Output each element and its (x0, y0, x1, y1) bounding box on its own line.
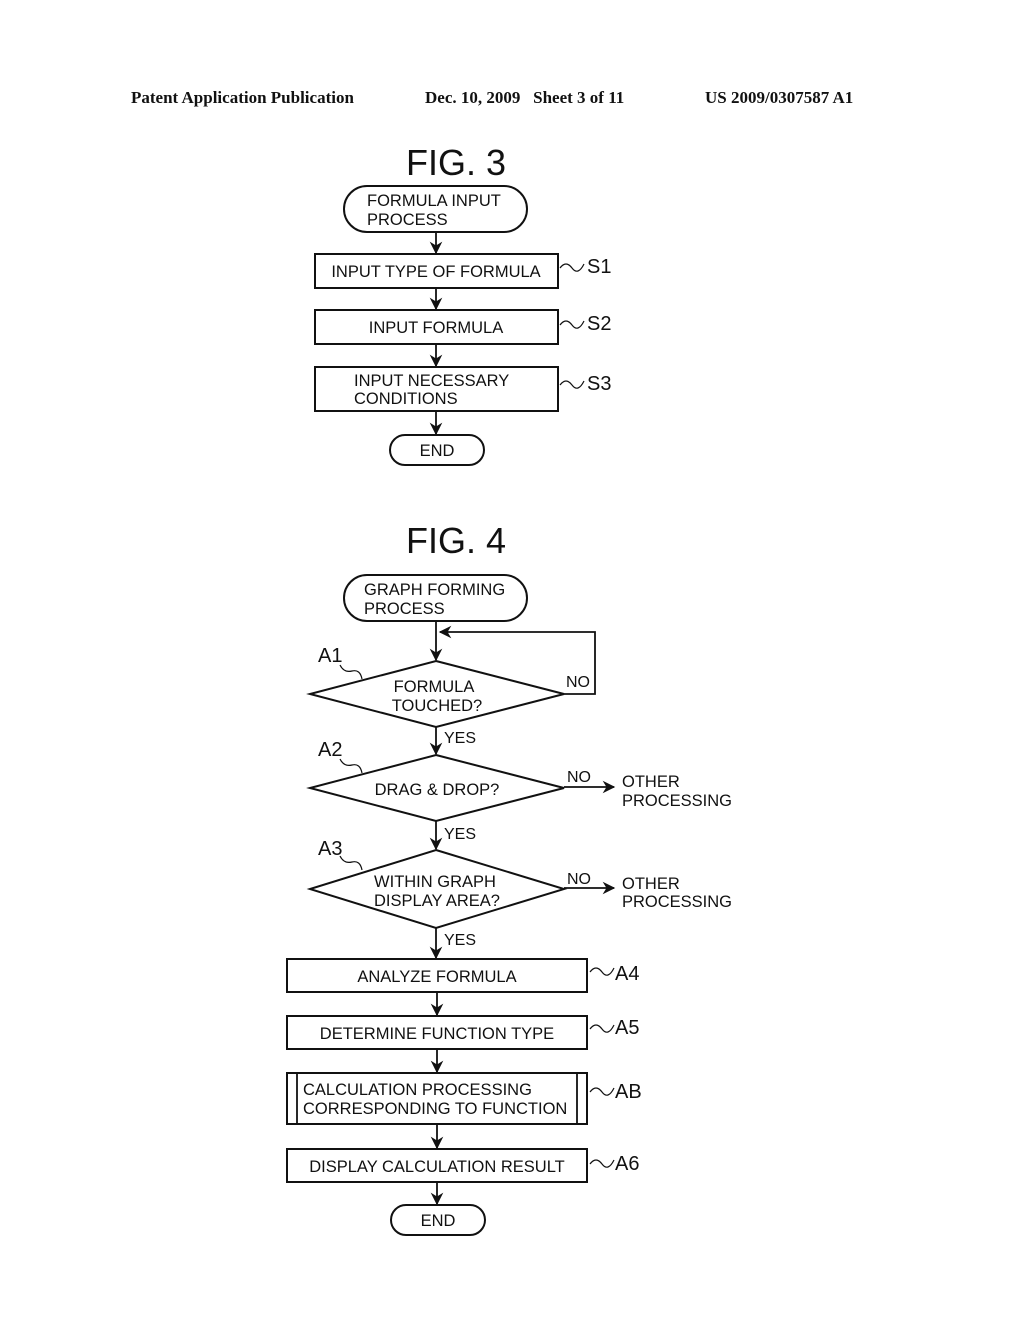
fig4-decision-a3: WITHIN GRAPH DISPLAY AREA? A3 NO OTHER P… (306, 838, 732, 930)
fig4: FIG. 4 GRAPH FORMING PROCESS FORMULA TOU… (286, 520, 732, 1236)
fig4-title: FIG. 4 (406, 520, 506, 561)
fig4-end-terminal: END (390, 1204, 486, 1236)
leader-line (589, 1024, 615, 1033)
svg-text:CALCULATION PROCESSING: CALCULATION PROCESSING (303, 1081, 532, 1099)
svg-text:CORRESPONDING TO FUNCTION: CORRESPONDING TO FUNCTION (303, 1100, 567, 1118)
ref-label: S3 (587, 373, 611, 395)
svg-text:PROCESSING: PROCESSING (622, 893, 732, 911)
fig3-title: FIG. 3 (406, 142, 506, 183)
no-label: NO (567, 871, 591, 888)
fig3: FIG. 3 FORMULA INPUT PROCESS INPUT TYPE … (314, 142, 611, 466)
leader-line (589, 1159, 615, 1168)
yes-label: YES (444, 826, 476, 843)
svg-text:ANALYZE FORMULA: ANALYZE FORMULA (357, 968, 516, 986)
leader-line (559, 263, 585, 272)
ref-label: A5 (615, 1017, 639, 1039)
leader-line (559, 320, 585, 329)
svg-text:END: END (421, 1212, 456, 1230)
leader-line (589, 1087, 615, 1096)
ref-label: A2 (318, 739, 342, 761)
svg-text:PROCESSING: PROCESSING (622, 792, 732, 810)
svg-text:TOUCHED?: TOUCHED? (392, 697, 482, 715)
fig4-decision-a2: DRAG & DROP? A2 NO OTHER PROCESSING (306, 739, 732, 823)
svg-text:GRAPH FORMING: GRAPH FORMING (364, 581, 505, 599)
svg-text:PROCESS: PROCESS (364, 600, 445, 618)
svg-text:INPUT NECESSARY: INPUT NECESSARY (354, 372, 509, 390)
svg-text:CONDITIONS: CONDITIONS (354, 390, 458, 408)
svg-text:PROCESS: PROCESS (367, 211, 448, 229)
other-processing-label: OTHER (622, 773, 680, 791)
fig4-start-terminal: GRAPH FORMING PROCESS (343, 574, 528, 622)
fig3-step-s2: INPUT FORMULA S2 (314, 309, 611, 345)
leader-line (589, 967, 615, 976)
fig4-step-a4: ANALYZE FORMULA A4 (286, 958, 639, 993)
fig4-step-a5: DETERMINE FUNCTION TYPE A5 (286, 1015, 639, 1050)
leader-line (339, 855, 363, 871)
ref-label: A1 (318, 645, 342, 667)
fig3-start-terminal: FORMULA INPUT PROCESS (343, 185, 528, 233)
fig4-subroutine-ab: CALCULATION PROCESSING CORRESPONDING TO … (286, 1072, 642, 1125)
svg-text:END: END (420, 442, 455, 460)
ref-label: S1 (587, 256, 611, 278)
svg-text:DISPLAY CALCULATION RESULT: DISPLAY CALCULATION RESULT (309, 1158, 565, 1176)
fig4-step-a6: DISPLAY CALCULATION RESULT A6 (286, 1148, 639, 1183)
leader-line (559, 380, 585, 389)
ref-label: A4 (615, 963, 639, 985)
svg-text:DRAG & DROP?: DRAG & DROP? (375, 781, 500, 799)
ref-label: A6 (615, 1153, 639, 1175)
svg-text:WITHIN GRAPH: WITHIN GRAPH (374, 873, 496, 891)
svg-text:INPUT FORMULA: INPUT FORMULA (369, 319, 503, 337)
leader-line (339, 758, 363, 774)
yes-label: YES (444, 730, 476, 747)
fig3-step-s3: INPUT NECESSARY CONDITIONS S3 (314, 366, 611, 412)
svg-text:DISPLAY AREA?: DISPLAY AREA? (374, 892, 500, 910)
yes-label: YES (444, 932, 476, 949)
no-label: NO (566, 674, 590, 691)
leader-line (339, 664, 363, 680)
svg-text:DETERMINE FUNCTION TYPE: DETERMINE FUNCTION TYPE (320, 1025, 554, 1043)
other-processing-label: OTHER (622, 875, 680, 893)
svg-text:FORMULA: FORMULA (394, 678, 475, 696)
no-label: NO (567, 769, 591, 786)
fig3-end-terminal: END (389, 434, 485, 466)
flowcharts: FIG. 3 FORMULA INPUT PROCESS INPUT TYPE … (286, 142, 732, 1236)
ref-label: A3 (318, 838, 342, 860)
svg-text:FORMULA INPUT: FORMULA INPUT (367, 192, 501, 210)
fig3-step-s1: INPUT TYPE OF FORMULA S1 (314, 253, 611, 289)
ref-label: AB (615, 1081, 642, 1103)
ref-label: S2 (587, 313, 611, 335)
svg-text:INPUT TYPE OF FORMULA: INPUT TYPE OF FORMULA (331, 263, 540, 281)
fig4-decision-a1: FORMULA TOUCHED? A1 NO (306, 625, 596, 729)
